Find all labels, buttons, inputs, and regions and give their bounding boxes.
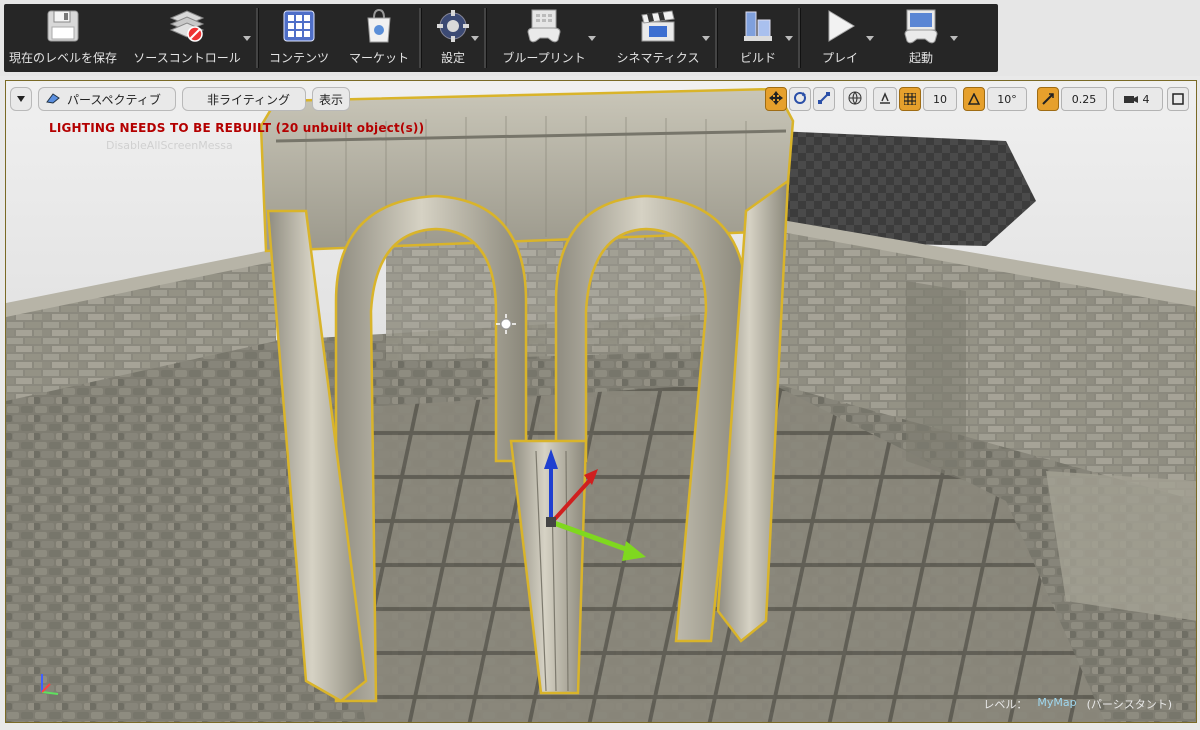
rotation-snap-value[interactable]: 10° (987, 87, 1027, 111)
main-toolbar-strip: 現在のレベルを保存 ソースコントロール コンテンツ マーケット 設定 ブループリ… (4, 4, 998, 72)
launch-icon (901, 7, 941, 45)
save-level-button[interactable]: 現在のレベルを保存 (8, 4, 118, 72)
chevron-down-icon[interactable] (866, 36, 874, 41)
translate-tool-button[interactable] (765, 87, 787, 111)
build-button[interactable]: ビルド (718, 4, 798, 72)
angle-icon (967, 90, 981, 109)
clapper-icon (638, 7, 678, 45)
rotation-snap-value-text: 10° (997, 92, 1017, 106)
grid-snap-value-text: 10 (933, 92, 947, 106)
level-info-label: レベル： (983, 698, 1028, 711)
viewport-options-button[interactable] (10, 87, 32, 111)
launch-label: 起動 (908, 51, 933, 65)
camera-speed-value: 4 (1142, 92, 1150, 106)
axis-indicator-icon (36, 668, 66, 698)
chevron-down-icon[interactable] (588, 36, 596, 41)
marketplace-icon (359, 7, 399, 45)
build-label: ビルド (739, 51, 776, 65)
scale-snap-icon (1042, 90, 1054, 109)
scale-tool-button[interactable] (813, 87, 835, 111)
grid-icon (903, 90, 917, 109)
perspective-label: パースペクティブ (67, 92, 161, 107)
scale-snap-value-text: 0.25 (1071, 92, 1097, 106)
surface-snap-icon (878, 90, 892, 109)
show-button[interactable]: 表示 (312, 87, 350, 111)
build-icon (738, 7, 778, 45)
level-info: レベル： MyMap (パーシスタント) (983, 696, 1172, 712)
world-local-toggle[interactable] (843, 87, 867, 111)
camera-icon (1123, 90, 1139, 109)
blueprint-label: ブループリント (502, 51, 586, 65)
perspective-button[interactable]: パースペクティブ (38, 87, 176, 111)
source-control-label: ソースコントロール (133, 51, 241, 65)
settings-button[interactable]: 設定 (422, 4, 484, 72)
surface-snap-button[interactable] (873, 87, 897, 111)
cinematics-button[interactable]: シネマティクス (601, 4, 715, 72)
chevron-down-icon[interactable] (950, 36, 958, 41)
play-label: プレイ (821, 51, 858, 65)
save-icon (43, 7, 83, 45)
lighting-warning: LIGHTING NEEDS TO BE REBUILT (20 unbuilt… (49, 121, 425, 135)
launch-button[interactable]: 起動 (879, 4, 963, 72)
camera-speed-button[interactable]: 4 (1113, 87, 1163, 111)
main-toolbar: 現在のレベルを保存 ソースコントロール コンテンツ マーケット 設定 ブループリ… (0, 0, 1200, 76)
scene-render[interactable] (6, 81, 1197, 723)
blueprint-icon (524, 7, 564, 45)
maximize-viewport-button[interactable] (1167, 87, 1189, 111)
chevron-down-icon[interactable] (785, 36, 793, 41)
content-button[interactable]: コンテンツ (259, 4, 339, 72)
chevron-down-icon[interactable] (702, 36, 710, 41)
viewport-toolbar: パースペクティブ 非ライティング 表示 10 10° 0.25 4 (6, 81, 1196, 115)
perspective-icon (45, 92, 61, 107)
screen-message: DisableAllScreenMessa (106, 139, 233, 152)
content-grid-icon (279, 7, 319, 45)
level-viewport[interactable]: パースペクティブ 非ライティング 表示 10 10° 0.25 4 LIGHTI… (5, 80, 1197, 723)
settings-label: 設定 (440, 51, 465, 65)
scale-snap-toggle[interactable] (1037, 87, 1059, 111)
lighting-mode-label: 非ライティング (207, 92, 291, 107)
play-icon (820, 7, 860, 45)
grid-snap-value[interactable]: 10 (923, 87, 957, 111)
save-level-label: 現在のレベルを保存 (8, 51, 117, 65)
play-button[interactable]: プレイ (801, 4, 879, 72)
level-type: (パーシスタント) (1086, 698, 1172, 711)
scale-icon (817, 90, 831, 109)
source-control-button[interactable]: ソースコントロール (118, 4, 256, 72)
cinematics-label: シネマティクス (616, 51, 700, 65)
content-label: コンテンツ (268, 51, 329, 65)
grid-snap-toggle[interactable] (899, 87, 921, 111)
show-label: 表示 (319, 92, 344, 107)
maximize-icon (1172, 90, 1184, 109)
marketplace-label: マーケット (348, 51, 409, 65)
globe-icon (848, 90, 862, 109)
chevron-down-icon (17, 96, 25, 102)
lighting-mode-button[interactable]: 非ライティング (182, 87, 306, 111)
chevron-down-icon[interactable] (243, 36, 251, 41)
marketplace-button[interactable]: マーケット (339, 4, 419, 72)
rotate-tool-button[interactable] (789, 87, 811, 111)
blueprint-button[interactable]: ブループリント (487, 4, 601, 72)
level-name: MyMap (1037, 696, 1077, 709)
rotation-snap-toggle[interactable] (963, 87, 985, 111)
chevron-down-icon[interactable] (471, 36, 479, 41)
rotate-icon (793, 90, 807, 109)
scale-snap-value[interactable]: 0.25 (1061, 87, 1107, 111)
move-icon (769, 90, 783, 109)
source-control-icon (167, 7, 207, 45)
settings-icon (433, 7, 473, 45)
